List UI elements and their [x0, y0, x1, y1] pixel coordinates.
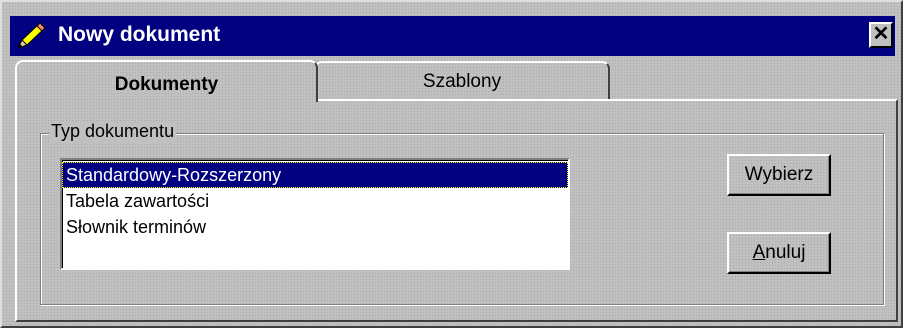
- tab-szablony[interactable]: Szablony: [314, 61, 610, 99]
- document-type-listbox[interactable]: Standardowy-Rozszerzony Tabela zawartośc…: [60, 158, 570, 270]
- list-item-standardowy[interactable]: Standardowy-Rozszerzony: [62, 162, 568, 188]
- close-button[interactable]: ✕: [869, 22, 893, 48]
- cancel-accelerator: A: [752, 242, 766, 263]
- close-icon: ✕: [872, 23, 890, 45]
- dialog-window: Nowy dokument ✕ Dokumenty Szablony Typ d…: [0, 0, 903, 328]
- pencil-icon: [17, 22, 46, 49]
- select-button-label: Wybierz: [744, 164, 814, 185]
- tab-dokumenty[interactable]: Dokumenty: [15, 60, 318, 102]
- list-item-tabela[interactable]: Tabela zawartości: [62, 188, 568, 214]
- cancel-label-rest: nuluj: [765, 242, 806, 263]
- cancel-button[interactable]: Anuluj: [727, 232, 831, 274]
- title-bar[interactable]: Nowy dokument ✕: [10, 16, 895, 56]
- group-label: Typ dokumentu: [49, 121, 177, 142]
- tab-panel: Typ dokumentu Standardowy-Rozszerzony Ta…: [15, 99, 898, 322]
- list-item-slownik[interactable]: Słownik terminów: [62, 214, 568, 240]
- document-type-group: Typ dokumentu Standardowy-Rozszerzony Ta…: [40, 121, 884, 305]
- window-title: Nowy dokument: [58, 23, 221, 46]
- select-button[interactable]: Wybierz: [727, 154, 831, 196]
- cancel-button-label: Anuluj: [753, 242, 806, 263]
